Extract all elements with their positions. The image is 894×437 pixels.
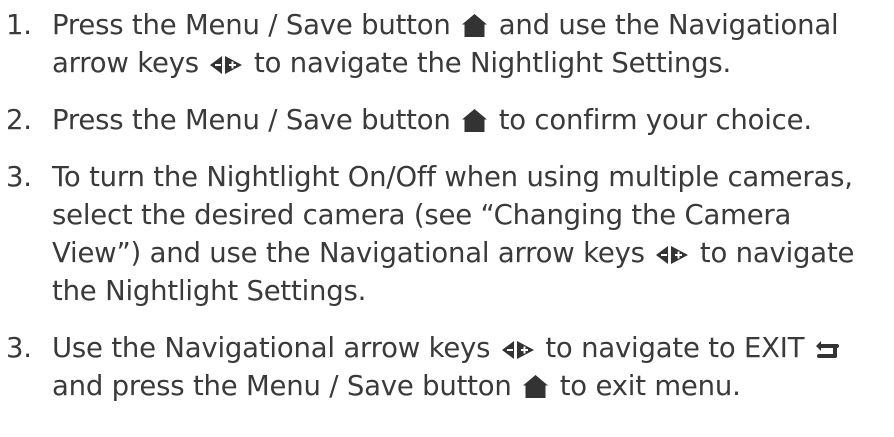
step-text-segment: Use the Navigational arrow keys: [52, 332, 491, 364]
step-number: 1.: [6, 9, 32, 41]
step-text-segment: and press the Menu / Save button: [52, 370, 512, 402]
step-text-segment: to navigate to EXIT: [545, 332, 805, 364]
step-text-segment: Press the Menu / Save button: [52, 9, 451, 41]
instruction-step-1: 1. Press the Menu / Save button and use …: [6, 6, 886, 82]
step-text: Use the Navigational arrow keys to navig…: [52, 329, 886, 405]
step-text-segment: to navigate the Nightlight Settings.: [254, 47, 732, 79]
step-number: 3.: [6, 332, 32, 364]
left-right-arrow-keys-icon: [209, 54, 243, 76]
exit-return-icon: [815, 341, 839, 361]
left-right-arrow-keys-icon: [655, 244, 689, 266]
step-text-segment: to exit menu.: [559, 370, 741, 402]
home-icon: [522, 374, 549, 399]
step-number: 3.: [6, 161, 32, 193]
home-icon: [461, 108, 488, 133]
home-icon: [461, 13, 488, 38]
left-right-arrow-keys-icon: [501, 339, 535, 361]
step-number: 2.: [6, 104, 32, 136]
instruction-step-3: 3. To turn the Nightlight On/Off when us…: [6, 158, 886, 310]
step-text: To turn the Nightlight On/Off when using…: [52, 158, 886, 310]
step-text-segment: Press the Menu / Save button: [52, 104, 451, 136]
instruction-step-2: 2. Press the Menu / Save button to confi…: [6, 101, 886, 139]
instruction-step-4: 3. Use the Navigational arrow keys to na…: [6, 329, 886, 405]
step-text: Press the Menu / Save button and use the…: [52, 6, 886, 82]
step-text-segment: to confirm your choice.: [498, 104, 812, 136]
instruction-list: 1. Press the Menu / Save button and use …: [6, 6, 886, 405]
step-text: Press the Menu / Save button to confirm …: [52, 101, 886, 139]
